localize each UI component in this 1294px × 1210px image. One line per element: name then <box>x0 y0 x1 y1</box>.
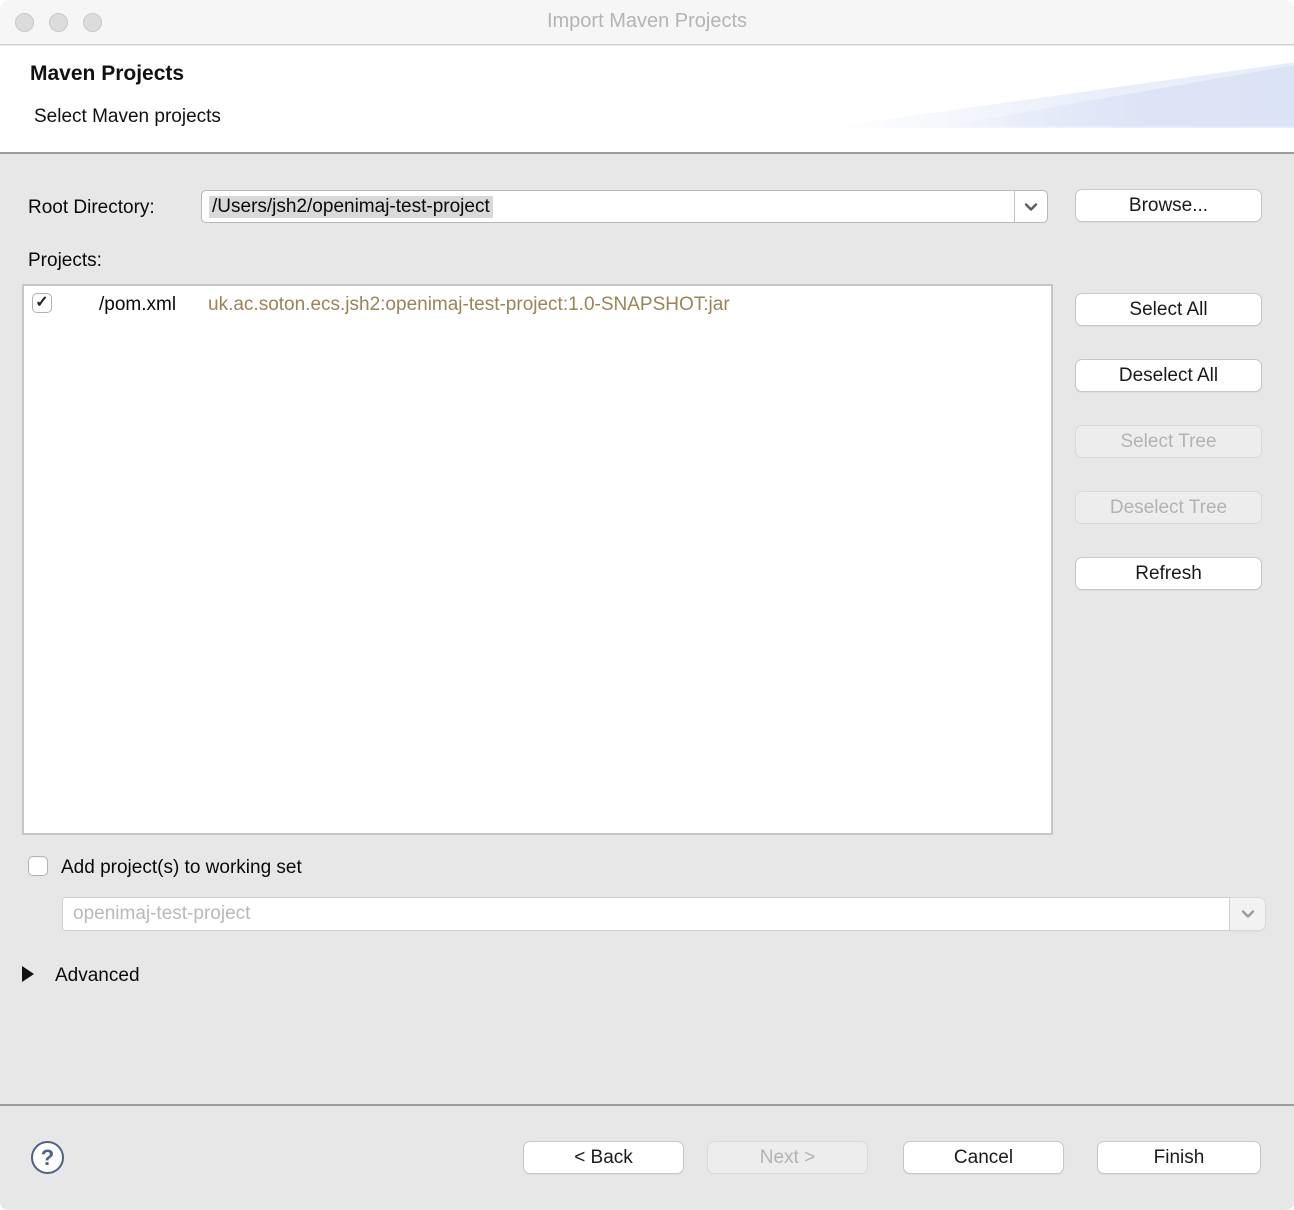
project-row[interactable]: ✓ /pom.xml uk.ac.soton.ecs.jsh2:openimaj… <box>24 291 1051 321</box>
deselect-all-button[interactable]: Deselect All <box>1075 359 1262 392</box>
project-path: /pom.xml <box>99 294 176 316</box>
advanced-toggle[interactable]: Advanced <box>55 965 140 987</box>
page-subtitle: Select Maven projects <box>34 106 221 128</box>
projects-label: Projects: <box>28 250 102 272</box>
project-checkbox-checked[interactable]: ✓ <box>32 293 52 313</box>
select-tree-button: Select Tree <box>1075 425 1262 458</box>
project-artifact-id: uk.ac.soton.ecs.jsh2:openimaj-test-proje… <box>208 294 730 316</box>
browse-button[interactable]: Browse... <box>1075 189 1262 222</box>
working-set-value: openimaj-test-project <box>62 897 1230 931</box>
page-title: Maven Projects <box>30 62 184 86</box>
root-directory-dropdown-button[interactable] <box>1014 191 1047 222</box>
import-maven-projects-dialog: Import Maven Projects Maven Projects Sel… <box>0 0 1294 1210</box>
root-directory-value[interactable]: /Users/jsh2/openimaj-test-project <box>202 196 1014 218</box>
select-all-button[interactable]: Select All <box>1075 293 1262 326</box>
back-button[interactable]: < Back <box>523 1141 684 1174</box>
header-separator <box>0 152 1294 154</box>
refresh-button[interactable]: Refresh <box>1075 557 1262 590</box>
finish-button[interactable]: Finish <box>1097 1141 1261 1174</box>
deselect-tree-button: Deselect Tree <box>1075 491 1262 524</box>
working-set-dropdown-button <box>1230 897 1266 931</box>
cancel-button[interactable]: Cancel <box>903 1141 1064 1174</box>
window-title: Import Maven Projects <box>0 10 1294 33</box>
root-directory-label: Root Directory: <box>28 197 155 219</box>
working-set-checkbox-unchecked[interactable] <box>28 856 48 876</box>
selected-text: /Users/jsh2/openimaj-test-project <box>209 196 493 218</box>
root-directory-combo[interactable]: /Users/jsh2/openimaj-test-project <box>201 190 1048 223</box>
wizard-header: Maven Projects Select Maven projects <box>0 46 1294 152</box>
disclosure-triangle-icon[interactable] <box>22 966 34 982</box>
footer-separator <box>0 1104 1294 1106</box>
projects-list[interactable]: ✓ /pom.xml uk.ac.soton.ecs.jsh2:openimaj… <box>22 284 1053 835</box>
working-set-combo: openimaj-test-project <box>62 897 1266 931</box>
title-bar: Import Maven Projects <box>0 0 1294 45</box>
help-button[interactable]: ? <box>31 1141 64 1174</box>
next-button: Next > <box>707 1141 868 1174</box>
working-set-label[interactable]: Add project(s) to working set <box>61 857 302 879</box>
chevron-down-icon <box>1024 200 1038 214</box>
chevron-down-icon <box>1241 907 1255 921</box>
